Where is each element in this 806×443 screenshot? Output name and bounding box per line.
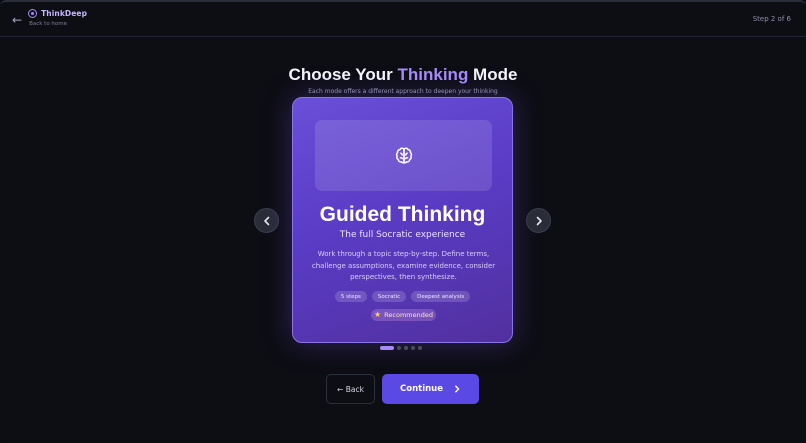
tag-socratic: Socratic — [371, 291, 407, 302]
pagination-dot[interactable] — [404, 346, 408, 350]
card-title: Guided Thinking — [319, 203, 486, 226]
tag-steps: 5 steps — [334, 291, 367, 302]
recommended-label: Recommended — [384, 311, 433, 319]
card-description: Work through a topic step-by-step. Defin… — [311, 250, 496, 281]
chevron-right-icon — [536, 216, 542, 225]
page-title: Choose Your Thinking Mode — [288, 65, 518, 84]
star-icon: ★ — [374, 310, 382, 319]
previous-mode-button[interactable] — [254, 208, 279, 233]
brain-icon — [395, 146, 412, 164]
chevron-left-icon — [263, 216, 269, 225]
back-arrow-icon: ← — [12, 13, 23, 27]
back-button[interactable]: ← Back — [326, 374, 375, 404]
card-hero — [315, 120, 492, 191]
back-to-home-link[interactable]: ← ThinkDeep Back to home — [12, 9, 87, 29]
logo-icon — [28, 9, 38, 18]
step-indicator: Step 2 of 6 — [752, 15, 791, 23]
chevron-right-icon — [455, 385, 460, 393]
recommended-badge: ★ Recommended — [371, 309, 436, 321]
tag-deepest-analysis: Deepest analysis — [411, 291, 471, 302]
brand-name: ThinkDeep — [41, 9, 88, 18]
page-subtitle: Each mode offers a different approach to… — [308, 88, 498, 95]
continue-button[interactable]: Continue — [382, 374, 479, 404]
pagination-dot[interactable] — [418, 346, 422, 350]
mode-card[interactable]: Guided Thinking The full Socratic experi… — [292, 97, 513, 343]
carousel-pagination — [380, 346, 422, 350]
brand: ThinkDeep Back to home — [28, 9, 87, 27]
pagination-dot[interactable] — [411, 346, 415, 350]
next-mode-button[interactable] — [526, 208, 551, 233]
pagination-dot[interactable] — [397, 346, 401, 350]
card-tagline: The full Socratic experience — [339, 230, 466, 240]
card-tags: 5 steps Socratic Deepest analysis — [293, 291, 512, 302]
back-to-home-label: Back to home — [29, 21, 68, 27]
title-accent: Thinking — [397, 65, 469, 84]
app-window: ← ThinkDeep Back to home Step 2 of 6 Cho… — [0, 0, 806, 443]
pagination-dot-active[interactable] — [380, 346, 394, 350]
top-bar: ← ThinkDeep Back to home Step 2 of 6 — [0, 2, 806, 37]
continue-label: Continue — [400, 384, 443, 394]
